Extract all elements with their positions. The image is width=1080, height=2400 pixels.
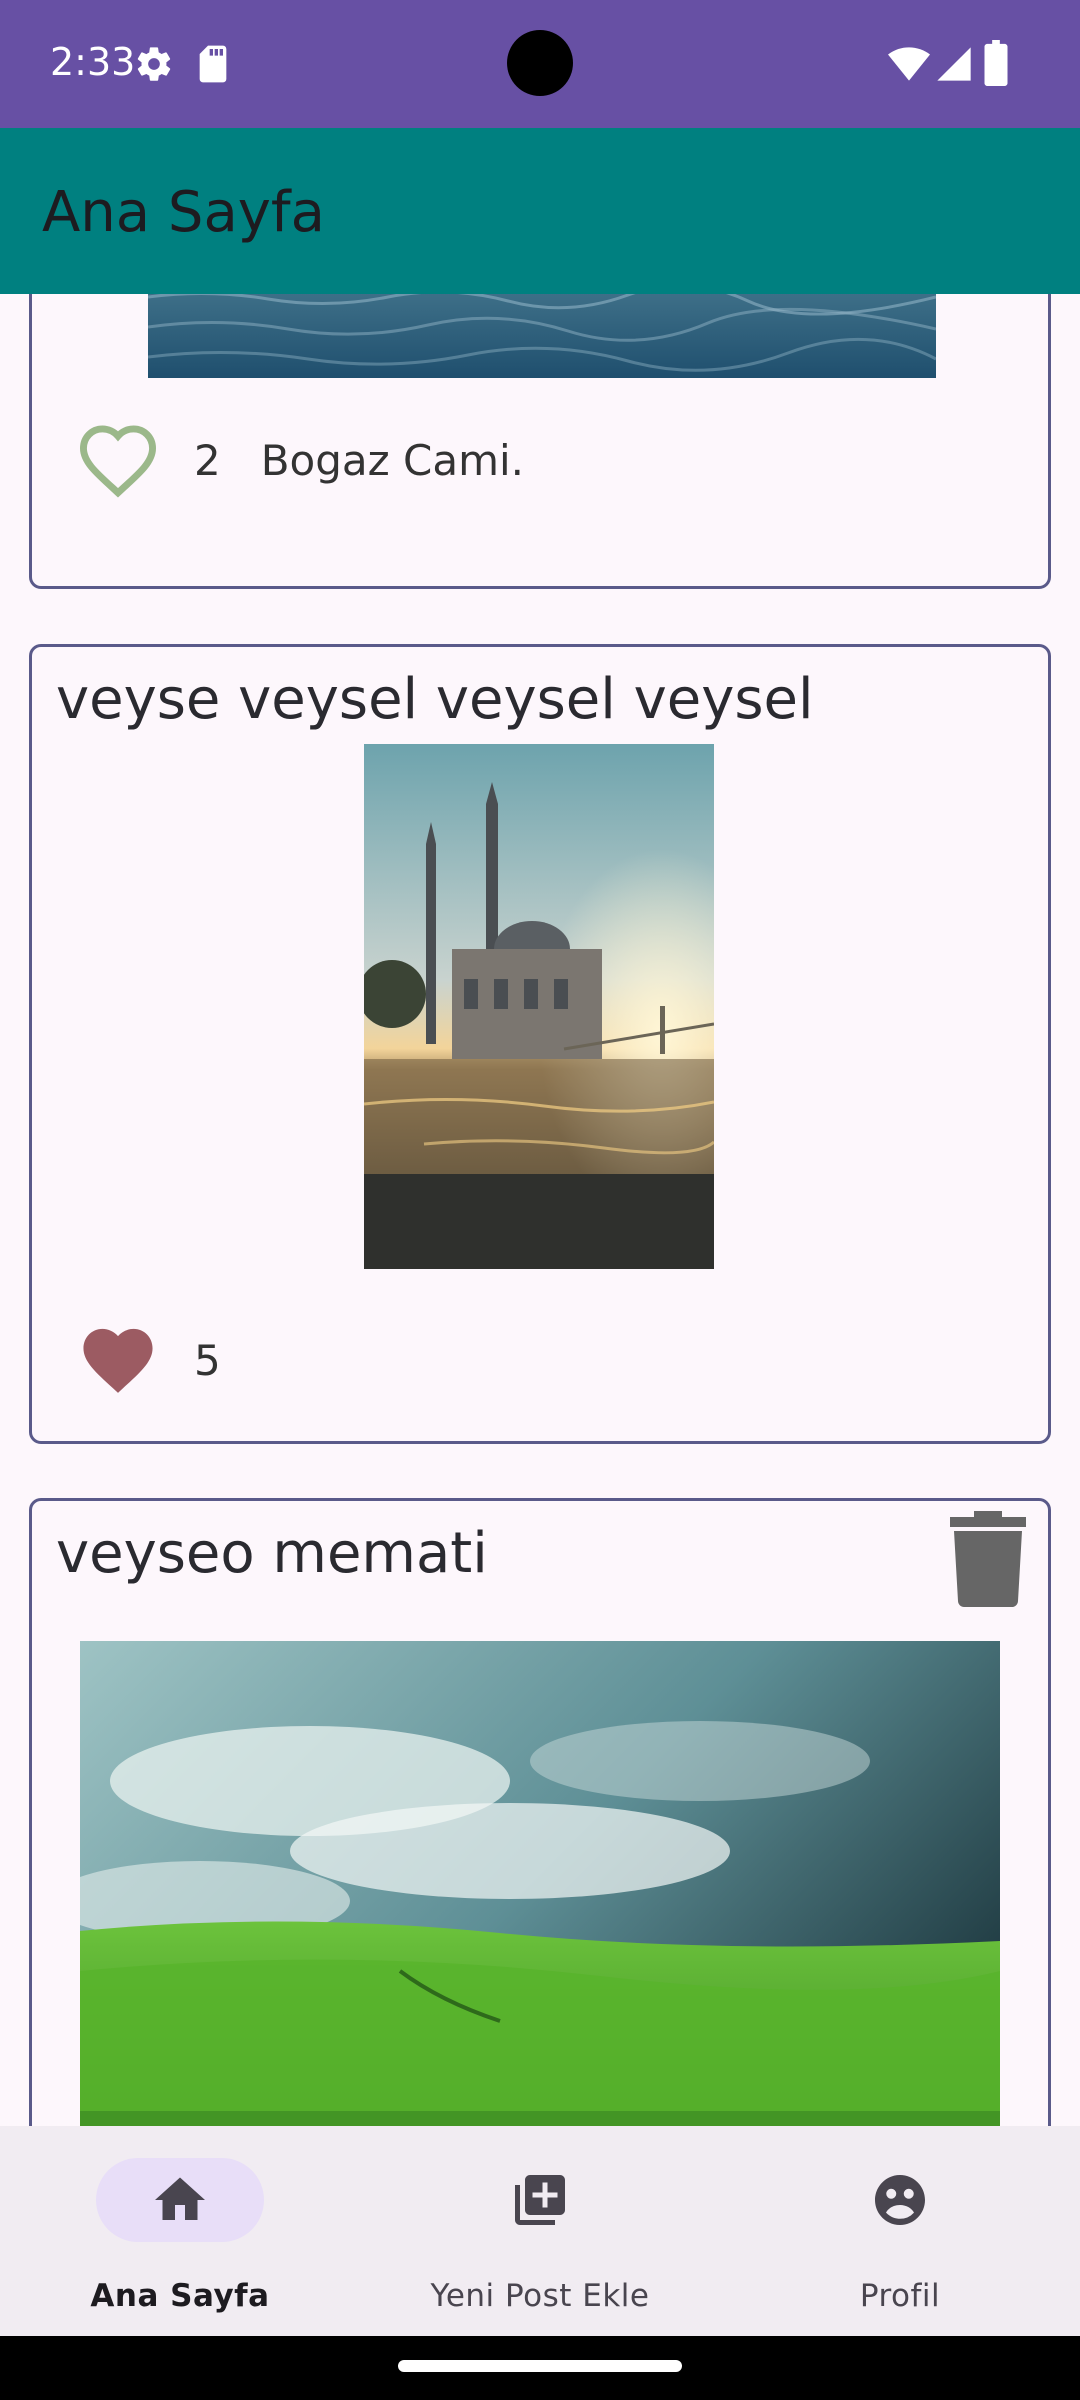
like-count: 5 [194,1335,221,1385]
post-caption: Bogaz Cami. [260,435,525,485]
post-image[interactable] [148,294,936,378]
nav-label-home: Ana Sayfa [90,2278,270,2314]
screen: 2:33 Ana Sayfa 2 Bogaz Cami. veyse veyse… [0,0,1080,2400]
post-title: veyse veysel veysel veysel [56,667,814,732]
nav-item-home[interactable]: Ana Sayfa [0,2126,360,2336]
post-image[interactable] [364,744,714,1269]
status-time: 2:33 [50,40,136,84]
sd-card-icon [199,45,227,83]
nav-item-new-post[interactable]: Yeni Post Ekle [360,2126,720,2336]
like-row: 2 Bogaz Cami. [76,415,524,505]
top-app-bar: Ana Sayfa [0,128,1080,294]
system-gesture-area [0,2336,1080,2400]
status-bar: 2:33 [0,0,1080,128]
wifi-icon [888,47,930,81]
gesture-handle[interactable] [398,2360,682,2372]
post-card: veyseo memati [29,1498,1051,2126]
settings-icon [137,47,171,81]
add-post-icon [515,2175,565,2225]
post-feed[interactable]: 2 Bogaz Cami. veyse veysel veysel veysel [0,294,1080,2126]
post-image[interactable] [80,1641,1000,2126]
post-card: veyse veysel veysel veysel 5 [29,644,1051,1444]
like-row: 5 [76,1315,221,1405]
page-title: Ana Sayfa [42,180,325,245]
heart-outline-icon[interactable] [76,422,160,498]
post-card: 2 Bogaz Cami. [29,294,1051,589]
bottom-navigation: Ana Sayfa Yeni Post Ekle Profil [0,2126,1080,2336]
nav-label-new-post: Yeni Post Ekle [430,2278,650,2314]
post-title: veyseo memati [56,1521,488,1586]
nav-label-profile: Profil [859,2278,941,2314]
home-icon [155,2177,205,2220]
battery-icon [984,40,1008,86]
like-count: 2 [194,435,221,485]
profile-icon [875,2175,925,2225]
delete-icon[interactable] [950,1511,1026,1607]
camera-cutout [507,30,573,96]
signal-icon [937,47,971,81]
heart-filled-icon[interactable] [76,1322,160,1398]
nav-item-profile[interactable]: Profil [720,2126,1080,2336]
